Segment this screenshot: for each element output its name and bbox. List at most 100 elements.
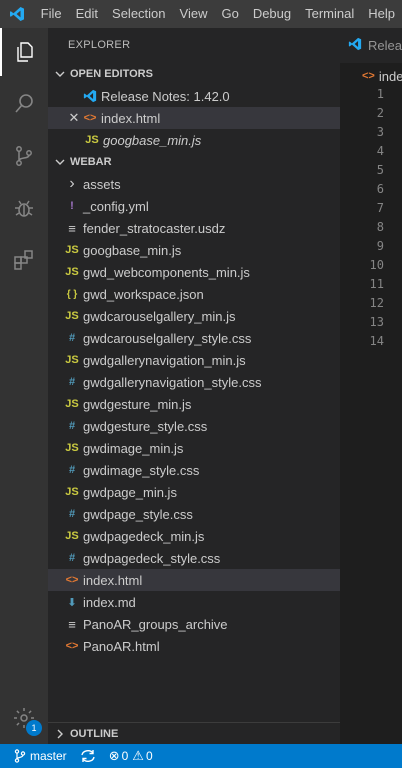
line-number: 14 xyxy=(369,334,384,348)
outline-label: OUTLINE xyxy=(70,728,119,740)
file-label: gwdgesture_style.css xyxy=(83,418,208,434)
line-number: 3 xyxy=(376,125,384,139)
css-icon: # xyxy=(68,508,76,520)
line-number: 4 xyxy=(376,144,384,158)
line-number: 11 xyxy=(369,277,384,291)
file-item[interactable]: # gwdcarouselgallery_style.css xyxy=(48,327,340,349)
js-icon: JS xyxy=(65,398,79,410)
vscode-icon xyxy=(82,88,98,104)
webar-folder-header[interactable]: WEBAR xyxy=(48,151,340,173)
yml-icon: ! xyxy=(70,200,74,212)
js-icon: JS xyxy=(65,442,79,454)
search-icon[interactable] xyxy=(0,80,48,128)
file-label: gwdpagedeck_min.js xyxy=(83,528,205,544)
file-tree: › assets! _config.yml ≡ fender_stratocaster.… xyxy=(48,173,340,657)
line-number: 6 xyxy=(376,182,384,196)
explorer-icon[interactable] xyxy=(0,28,48,76)
outline-header[interactable]: OUTLINE xyxy=(48,723,340,744)
tab-release-notes[interactable]: Release Notes: 1.42.0 xyxy=(340,28,402,63)
sidebar-title: EXPLORER xyxy=(68,39,131,51)
folder-item[interactable]: › assets xyxy=(48,173,340,195)
vscode-icon xyxy=(348,37,362,54)
line-number: 9 xyxy=(376,239,384,253)
file-item[interactable]: # gwdgesture_style.css xyxy=(48,415,340,437)
file-label: gwdimage_min.js xyxy=(83,440,184,456)
file-item[interactable]: JS gwdpagedeck_min.js xyxy=(48,525,340,547)
tab-label: Release Notes: 1.42.0 xyxy=(368,38,402,53)
file-item[interactable]: JS gwdcarouselgallery_min.js xyxy=(48,305,340,327)
status-bar: master ⊗ 0 ⚠ 0 xyxy=(0,744,402,768)
file-item[interactable]: # gwdimage_style.css xyxy=(48,459,340,481)
line-number: 2 xyxy=(376,106,384,120)
file-item[interactable]: <> index.html xyxy=(48,569,340,591)
js-icon: JS xyxy=(65,310,79,322)
file-item[interactable]: # gwdpagedeck_style.css xyxy=(48,547,340,569)
problems-indicator[interactable]: ⊗ 0 ⚠ 0 xyxy=(101,748,158,764)
menu-view[interactable]: View xyxy=(173,0,215,28)
open-editors-header[interactable]: OPEN EDITORS xyxy=(48,63,340,85)
vscode-logo-icon xyxy=(0,0,34,28)
file-item[interactable]: JS gwdgesture_min.js xyxy=(48,393,340,415)
menu-edit[interactable]: Edit xyxy=(69,0,105,28)
branch-indicator[interactable]: master xyxy=(0,749,72,763)
js-icon: JS xyxy=(85,134,99,146)
menu-debug[interactable]: Debug xyxy=(246,0,298,28)
js-icon: JS xyxy=(65,244,79,256)
menu-file[interactable]: File xyxy=(34,0,69,28)
manage-gear-icon[interactable]: 1 xyxy=(0,694,48,742)
file-lines-icon: ≡ xyxy=(68,220,76,236)
file-label: gwdgallerynavigation_min.js xyxy=(83,352,246,368)
file-item[interactable]: JS gwdpage_min.js xyxy=(48,481,340,503)
menu-help[interactable]: Help xyxy=(361,0,402,28)
file-item[interactable]: JS gwdimage_min.js xyxy=(48,437,340,459)
css-icon: # xyxy=(68,552,76,564)
open-editors-label: OPEN EDITORS xyxy=(70,68,153,80)
line-number: 5 xyxy=(376,163,384,177)
debug-icon[interactable] xyxy=(0,184,48,232)
menu-selection[interactable]: Selection xyxy=(105,0,172,28)
file-item[interactable]: JS gwd_webcomponents_min.js xyxy=(48,261,340,283)
close-icon[interactable]: ✕ xyxy=(66,110,82,126)
outline-section[interactable]: OUTLINE xyxy=(48,722,340,744)
line-number: 7 xyxy=(376,201,384,215)
open-editor-release-notes[interactable]: Release Notes: 1.42.0 xyxy=(48,85,340,107)
menu-terminal[interactable]: Terminal xyxy=(298,0,361,28)
file-item[interactable]: ≡ fender_stratocaster.usdz xyxy=(48,217,340,239)
open-editor-index-html[interactable]: ✕ <> index.html xyxy=(48,107,340,129)
open-editor-label: googbase_min.js xyxy=(103,132,202,148)
html-icon: <> xyxy=(65,640,79,652)
chevron-right-icon xyxy=(52,726,68,742)
tab-label: index.html xyxy=(378,68,402,84)
line-number: 12 xyxy=(369,296,384,310)
file-item[interactable]: ⬇ index.md xyxy=(48,591,340,613)
file-item[interactable]: # gwdpage_style.css xyxy=(48,503,340,525)
line-number-gutter: 1 2 3 4 5 6 7 8 9 10 11 12 13 14 xyxy=(340,85,384,351)
file-item[interactable]: ≡ PanoAR_groups_archive xyxy=(48,613,340,635)
source-control-icon[interactable] xyxy=(0,132,48,180)
open-editor-googbase[interactable]: JS googbase_min.js xyxy=(48,129,340,151)
file-label: gwdimage_style.css xyxy=(83,462,200,478)
file-label: gwd_webcomponents_min.js xyxy=(83,264,250,280)
file-item[interactable]: { } gwd_workspace.json xyxy=(48,283,340,305)
file-label: googbase_min.js xyxy=(83,242,182,258)
file-item[interactable]: JS gwdgallerynavigation_min.js xyxy=(48,349,340,371)
file-item[interactable]: ! _config.yml xyxy=(48,195,340,217)
json-icon: { } xyxy=(66,288,78,300)
sync-button[interactable] xyxy=(72,749,101,763)
js-icon: JS xyxy=(65,486,79,498)
html-icon: <> xyxy=(83,112,97,124)
extensions-icon[interactable] xyxy=(0,236,48,284)
file-item[interactable]: JS googbase_min.js xyxy=(48,239,340,261)
error-count: 0 xyxy=(121,749,129,763)
file-item[interactable]: <> PanoAR.html xyxy=(48,635,340,657)
branch-name: master xyxy=(30,749,67,763)
file-item[interactable]: # gwdgallerynavigation_style.css xyxy=(48,371,340,393)
file-label: PanoAR_groups_archive xyxy=(83,616,228,632)
file-label: gwd_workspace.json xyxy=(83,286,204,302)
error-icon: ⊗ xyxy=(108,748,120,763)
file-label: index.html xyxy=(83,572,143,588)
css-icon: # xyxy=(68,420,76,432)
menu-go[interactable]: Go xyxy=(214,0,245,28)
tab-index-html[interactable]: <> index.html xyxy=(340,65,402,87)
css-icon: # xyxy=(68,376,76,388)
